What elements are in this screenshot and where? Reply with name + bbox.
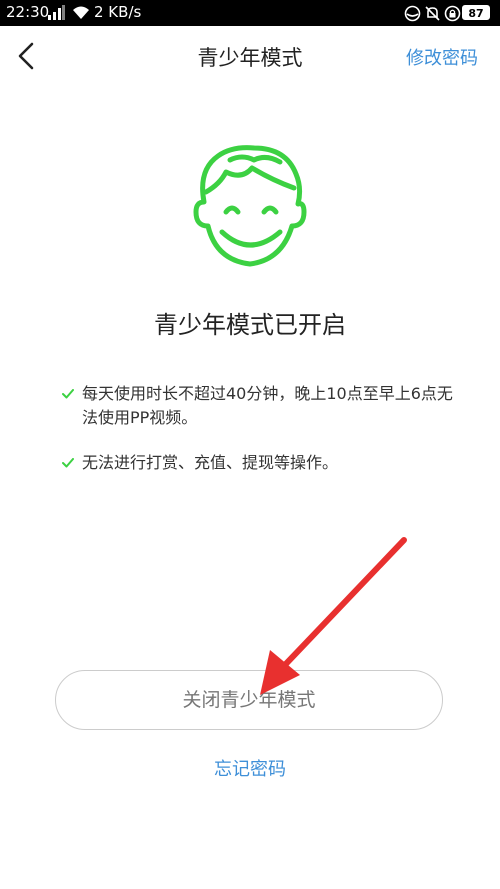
rule-text: 无法进行打赏、充值、提现等操作。	[82, 453, 339, 472]
check-icon	[62, 389, 74, 399]
smiling-face-icon	[193, 145, 307, 267]
data-saver-icon	[404, 5, 421, 22]
lock-rotation-icon	[444, 5, 461, 22]
back-button[interactable]	[12, 38, 42, 74]
network-speed: 2 KB/s	[94, 3, 142, 21]
check-icon	[62, 458, 74, 468]
rule-item: 每天使用时长不超过40分钟，晚上10点至早上6点无法使用PP视频。	[62, 382, 462, 430]
rule-item: 无法进行打赏、充值、提现等操作。	[62, 451, 462, 475]
wifi-icon	[73, 6, 89, 19]
rule-text: 每天使用时长不超过40分钟，晚上10点至早上6点无法使用PP视频。	[82, 384, 453, 427]
change-password-link[interactable]: 修改密码	[406, 44, 478, 70]
battery-level: 87	[462, 5, 490, 20]
mute-bell-icon	[425, 6, 440, 21]
close-teen-mode-button[interactable]: 关闭青少年模式	[55, 670, 443, 730]
mode-status-title: 青少年模式已开启	[154, 311, 346, 339]
screen: 22:30 2 KB/s 87 青少年模式 修改密码 青少年模式已开启 每天使用…	[0, 0, 500, 889]
page-title: 青少年模式	[197, 46, 303, 70]
forgot-password-link[interactable]: 忘记密码	[0, 755, 500, 781]
status-time: 22:30	[6, 3, 50, 21]
signal-icon	[48, 5, 65, 20]
back-arrow-icon	[18, 42, 34, 70]
status-bar: 22:30 2 KB/s 87	[0, 0, 500, 26]
